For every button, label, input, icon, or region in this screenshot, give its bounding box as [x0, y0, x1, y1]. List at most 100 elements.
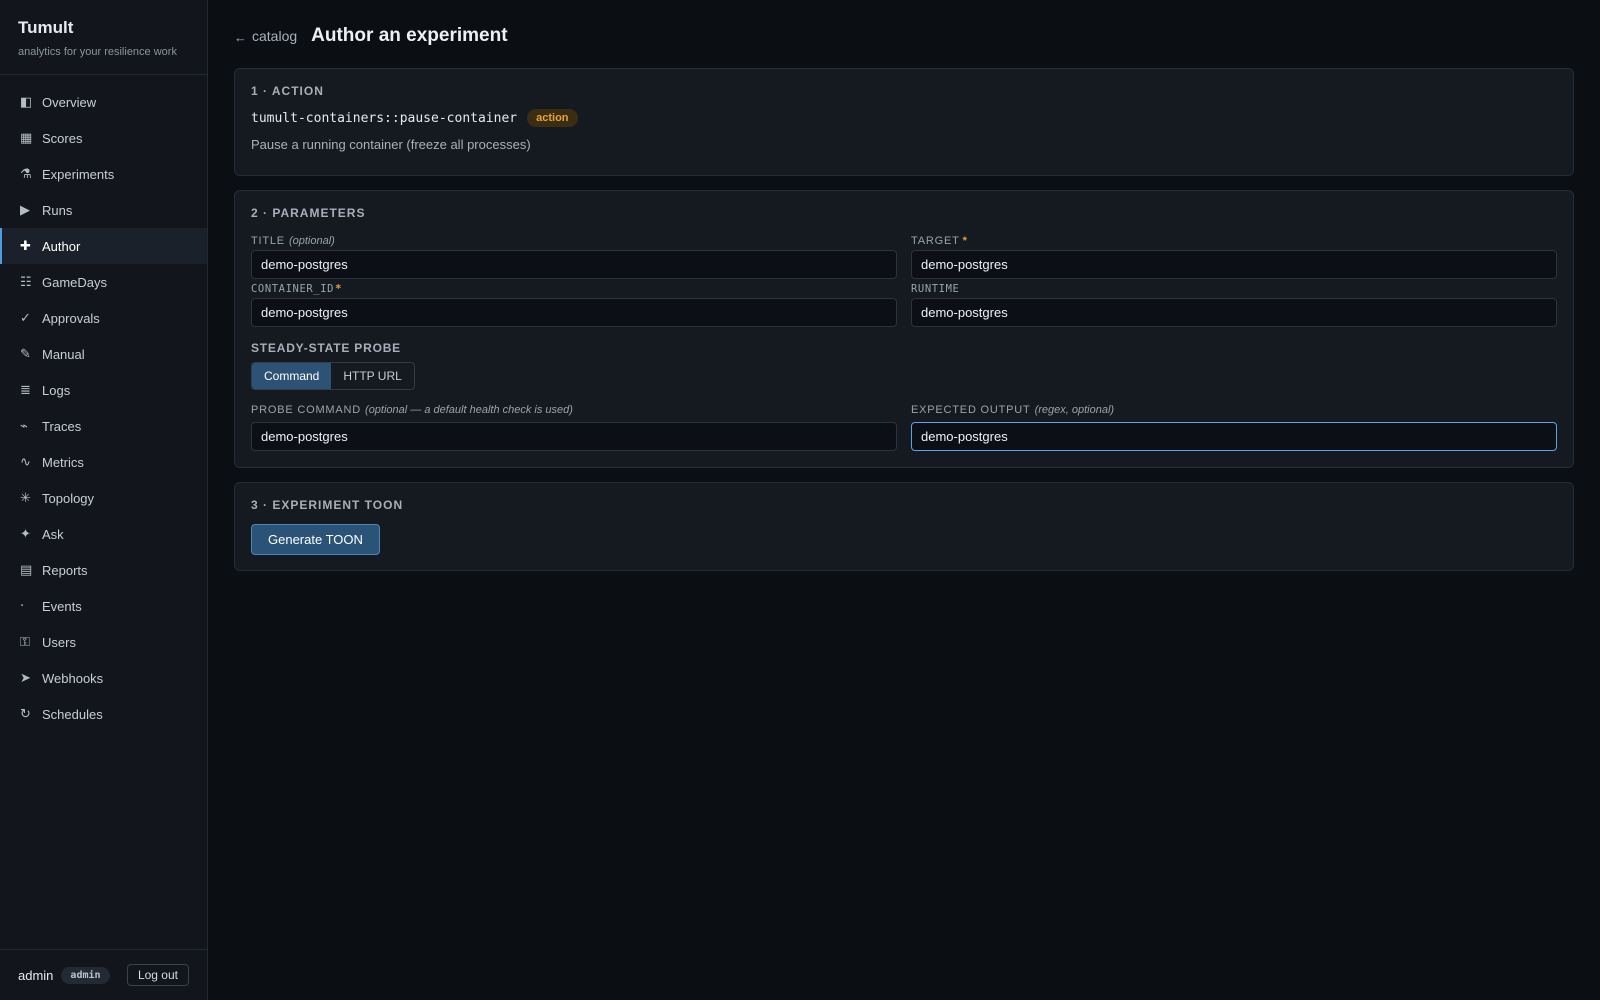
- sidebar-item-reports[interactable]: ▤ Reports: [0, 552, 207, 588]
- sidebar-item-label: Runs: [42, 202, 73, 218]
- sidebar-item-users[interactable]: ⚿ Users: [0, 624, 207, 660]
- main-content: ← catalog Author an experiment 1 · ACTIO…: [234, 0, 1574, 585]
- sidebar-item-label: Author: [42, 238, 81, 254]
- sidebar-item-label: Users: [42, 634, 76, 650]
- action-section-title: 1 · ACTION: [251, 84, 324, 98]
- runtime-field: RUNTIME: [911, 279, 1557, 327]
- sidebar-item-label: Schedules: [42, 706, 103, 722]
- sidebar-item-label: Metrics: [42, 454, 84, 470]
- runtime-input[interactable]: [911, 298, 1557, 327]
- page-title: Author an experiment: [311, 25, 508, 46]
- experiment-toon-section-title: 3 · EXPERIMENT TOON: [251, 498, 404, 512]
- action-identifier: tumult-containers::pause-container: [251, 110, 518, 126]
- sidebar-item-label: Overview: [42, 94, 97, 110]
- sidebar-item-label: Webhooks: [42, 670, 104, 686]
- app-title: Tumult: [18, 18, 74, 37]
- required-asterisk: *: [962, 234, 968, 247]
- action-description: Pause a running container (freeze all pr…: [251, 137, 531, 152]
- sidebar-item-label: Topology: [42, 490, 95, 506]
- users-icon: ⚿: [20, 634, 30, 649]
- probe-type-toggle: Command HTTP URL: [251, 362, 415, 390]
- webhooks-icon: ➤: [20, 670, 31, 685]
- container-id-label-text: CONTAINER_ID: [251, 282, 335, 295]
- back-to-catalog-link[interactable]: ← catalog: [234, 27, 297, 45]
- target-input[interactable]: [911, 250, 1557, 279]
- sidebar-item-overview[interactable]: ◧ Overview: [0, 84, 207, 120]
- approvals-icon: ✓: [20, 310, 31, 325]
- parameters-grid: TITLE (optional) TARGET * CONTAINER_ID *: [251, 231, 1557, 327]
- overview-icon: ◧: [20, 94, 33, 109]
- sidebar-item-experiments[interactable]: ⚗ Experiments: [0, 156, 207, 192]
- container-id-input[interactable]: [251, 298, 897, 327]
- sidebar-item-runs[interactable]: ▶ Runs: [0, 192, 207, 228]
- target-field: TARGET *: [911, 231, 1557, 279]
- generate-toon-button[interactable]: Generate TOON: [251, 524, 380, 555]
- sidebar-item-author[interactable]: ✚ Author: [0, 228, 207, 264]
- probe-tab-http-url[interactable]: HTTP URL: [331, 363, 413, 389]
- sidebar-item-label: Ask: [42, 526, 64, 542]
- sidebar-item-topology[interactable]: ✳ Topology: [0, 480, 207, 516]
- sidebar-item-traces[interactable]: ⌁ Traces: [0, 408, 207, 444]
- app-tagline: analytics for your resilience work: [18, 46, 177, 58]
- title-label-hint: (optional): [288, 234, 335, 247]
- sidebar-item-ask[interactable]: ✦ Ask: [0, 516, 207, 552]
- sidebar-item-gamedays[interactable]: ☷ GameDays: [0, 264, 207, 300]
- probe-tab-command[interactable]: Command: [252, 363, 332, 389]
- sidebar-item-webhooks[interactable]: ➤ Webhooks: [0, 660, 207, 696]
- sidebar: Tumult analytics for your resilience wor…: [0, 0, 208, 1000]
- expected-output-label-hint: (regex, optional): [1034, 403, 1115, 416]
- sidebar-nav: ◧ Overview ▦ Scores ⚗ Experiments ▶ Runs ✚ Author…: [0, 75, 207, 732]
- metrics-icon: ∿: [20, 454, 31, 469]
- probe-command-label: PROBE COMMAND (optional — a default heal…: [251, 400, 897, 419]
- back-link-label: catalog: [252, 28, 298, 44]
- probe-command-label-text: PROBE COMMAND: [251, 403, 362, 416]
- action-type-badge: action: [527, 109, 578, 127]
- page-header: ← catalog Author an experiment: [234, 0, 1574, 68]
- expected-output-label-text: EXPECTED OUTPUT: [911, 403, 1031, 416]
- events-icon: ‧: [20, 598, 25, 613]
- runtime-field-label: RUNTIME: [911, 279, 1557, 298]
- sidebar-item-logs[interactable]: ≣ Logs: [0, 372, 207, 408]
- experiment-toon-card: 3 · EXPERIMENT TOON Generate TOON: [234, 482, 1574, 571]
- sidebar-item-approvals[interactable]: ✓ Approvals: [0, 300, 207, 336]
- expected-output-input[interactable]: [911, 422, 1557, 451]
- steady-state-probe-heading: STEADY-STATE PROBE: [251, 341, 401, 355]
- sidebar-item-manual[interactable]: ✎ Manual: [0, 336, 207, 372]
- action-card: 1 · ACTION tumult-containers::pause-cont…: [234, 68, 1574, 176]
- probe-command-input[interactable]: [251, 422, 897, 451]
- sidebar-item-label: Traces: [42, 418, 82, 434]
- reports-icon: ▤: [20, 562, 33, 577]
- sidebar-item-events[interactable]: ‧ Events: [0, 588, 207, 624]
- title-field-label: TITLE (optional): [251, 231, 897, 250]
- parameters-section-title: 2 · PARAMETERS: [251, 206, 366, 220]
- ask-icon: ✦: [20, 526, 31, 541]
- experiments-icon: ⚗: [20, 166, 32, 181]
- sidebar-item-schedules[interactable]: ↻ Schedules: [0, 696, 207, 732]
- sidebar-item-label: Scores: [42, 130, 83, 146]
- title-label-text: TITLE: [251, 234, 285, 247]
- traces-icon: ⌁: [20, 418, 28, 433]
- logout-button[interactable]: Log out: [126, 964, 189, 986]
- sidebar-item-label: GameDays: [42, 274, 108, 290]
- probe-command-field: PROBE COMMAND (optional — a default heal…: [251, 400, 897, 451]
- topology-icon: ✳: [20, 490, 31, 505]
- logs-icon: ≣: [20, 382, 31, 397]
- container-id-field-label: CONTAINER_ID *: [251, 279, 897, 298]
- gamedays-icon: ☷: [20, 274, 32, 289]
- sidebar-item-label: Logs: [42, 382, 71, 398]
- brand: Tumult analytics for your resilience wor…: [0, 0, 207, 75]
- schedules-icon: ↻: [20, 706, 31, 721]
- target-label-text: TARGET: [911, 234, 960, 247]
- title-input[interactable]: [251, 250, 897, 279]
- target-field-label: TARGET *: [911, 231, 1557, 250]
- probe-command-label-hint: (optional — a default health check is us…: [365, 403, 573, 416]
- role-badge: admin: [61, 966, 110, 984]
- sidebar-item-label: Manual: [42, 346, 85, 362]
- sidebar-footer: admin admin Log out: [0, 949, 207, 1000]
- sidebar-item-label: Events: [42, 598, 82, 614]
- sidebar-item-metrics[interactable]: ∿ Metrics: [0, 444, 207, 480]
- runtime-label-text: RUNTIME: [911, 282, 960, 295]
- author-icon: ✚: [20, 238, 31, 253]
- sidebar-item-scores[interactable]: ▦ Scores: [0, 120, 207, 156]
- action-identifier-row: tumult-containers::pause-container actio…: [251, 109, 1557, 127]
